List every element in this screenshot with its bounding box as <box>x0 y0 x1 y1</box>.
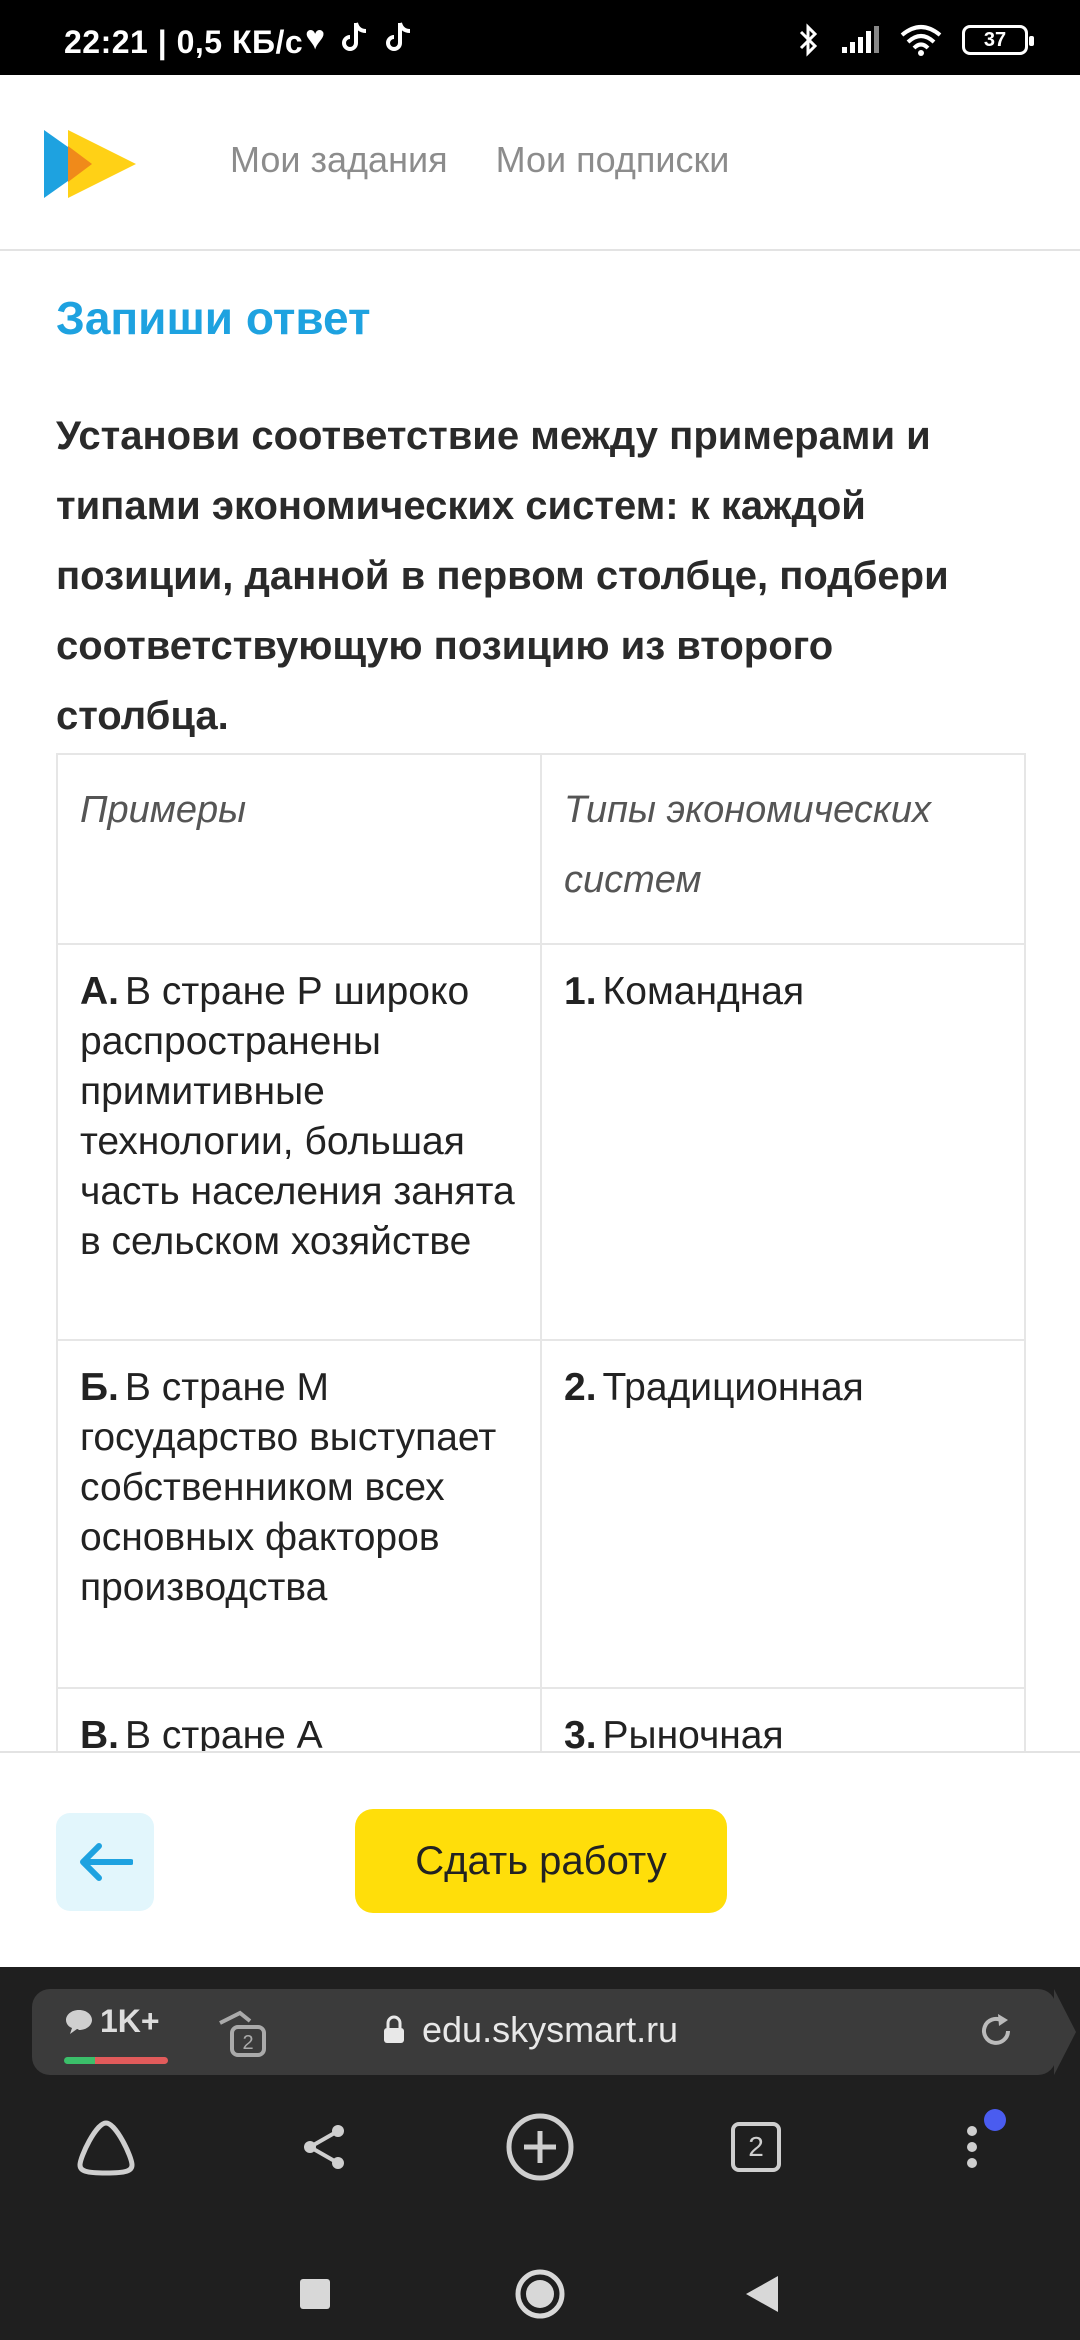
task-heading: Запиши ответ <box>56 292 371 344</box>
nav-my-tasks[interactable]: Мои задания <box>230 139 448 181</box>
status-notification-icons: ♥ <box>305 18 413 58</box>
url-text: edu.skysmart.ru <box>422 2009 679 2050</box>
status-time: 22:21 | 0,5 КБ/с <box>64 24 303 61</box>
table-cell-example: Б. В стране М государство выступает собст… <box>56 1339 542 1689</box>
table-cell-example: В. В стране А <box>56 1687 542 1751</box>
table-header-examples: Примеры <box>56 753 542 945</box>
square-icon <box>300 2279 330 2309</box>
comments-rating-bar <box>64 2057 168 2064</box>
browser-nav-bar: 2 <box>0 2107 1080 2207</box>
task-content: Запиши ответ Установи соответствие между… <box>0 251 1080 1751</box>
recents-button[interactable] <box>280 2259 350 2329</box>
tab-group-icon[interactable]: 2 <box>214 2009 268 2059</box>
reload-icon[interactable] <box>976 2011 1016 2051</box>
browser-toolbar: 1K+ 2 edu.skysmart.ru 2 <box>0 1967 1080 2340</box>
status-bar: 22:21 | 0,5 КБ/с ♥ 37 <box>0 0 1080 75</box>
table-cell-type: 1. Командная <box>540 943 1026 1341</box>
signal-icon <box>842 26 879 53</box>
skysmart-logo-icon[interactable] <box>44 130 136 198</box>
share-button[interactable] <box>284 2107 364 2187</box>
type-number: 3. <box>564 1714 597 1751</box>
tabs-button[interactable]: 2 <box>716 2107 796 2187</box>
example-text: В стране Р широко распространены примити… <box>80 970 515 1263</box>
share-icon <box>304 2125 344 2169</box>
status-network-speed: | 0,5 КБ/с <box>157 24 304 60</box>
table-row: Б. В стране М государство выступает собст… <box>56 1339 1026 1689</box>
back-system-button[interactable] <box>727 2259 797 2329</box>
home-system-button[interactable] <box>505 2259 575 2329</box>
table-cell-example: А. В стране Р широко распространены прими… <box>56 943 542 1341</box>
triangle-back-icon <box>746 2276 778 2312</box>
new-tab-button[interactable] <box>500 2107 580 2187</box>
table-row: А. В стране Р широко распространены прими… <box>56 943 1026 1341</box>
alice-assistant-icon <box>77 2120 135 2176</box>
system-nav-bar <box>0 2259 1080 2339</box>
table-header-types: Типы экономических систем <box>540 753 1026 945</box>
example-letter: Б. <box>80 1366 119 1409</box>
example-text: В стране А <box>125 1714 323 1751</box>
table-header-row: Примеры Типы экономических систем <box>56 753 1026 945</box>
address-bar[interactable]: 1K+ 2 edu.skysmart.ru <box>32 1989 1076 2075</box>
status-clock: 22:21 <box>64 24 149 60</box>
battery-icon: 37 <box>962 25 1034 55</box>
small-tab-count: 2 <box>242 2032 253 2054</box>
tab-count: 2 <box>731 2122 781 2172</box>
home-button[interactable] <box>66 2107 146 2187</box>
table-row: В. В стране А 3. Рыночная <box>56 1687 1026 1751</box>
arrow-left-icon <box>80 1843 133 1881</box>
type-text: Командная <box>602 970 805 1013</box>
type-text: Традиционная <box>602 1366 864 1409</box>
circle-icon <box>515 2269 565 2319</box>
table-cell-type: 2. Традиционная <box>540 1339 1026 1689</box>
tiktok-icon <box>342 22 367 51</box>
type-text: Рыночная <box>602 1714 784 1751</box>
comments-count: 1K+ <box>100 2003 160 2039</box>
wifi-icon <box>900 25 942 56</box>
header-nav: Мои задания Мои подписки <box>230 139 729 181</box>
app-header: Мои задания Мои подписки <box>0 75 1080 251</box>
heart-icon: ♥ <box>305 19 326 57</box>
comment-bubble-icon <box>66 2009 92 2034</box>
comments-button[interactable]: 1K+ <box>64 2003 160 2040</box>
lock-icon <box>384 2015 404 2043</box>
submit-work-button[interactable]: Сдать работу <box>355 1809 727 1913</box>
bottom-action-bar: Сдать работу <box>0 1751 1080 1967</box>
url-display[interactable]: edu.skysmart.ru <box>382 2009 678 2051</box>
status-system-icons: 37 <box>798 22 1034 58</box>
type-number: 2. <box>564 1366 597 1409</box>
back-button[interactable] <box>56 1813 154 1911</box>
notification-dot <box>984 2109 1006 2131</box>
example-letter: А. <box>80 970 119 1013</box>
example-text: В стране М государство выступает собстве… <box>80 1366 497 1609</box>
bluetooth-icon <box>799 23 818 57</box>
matching-table: Примеры Типы экономических систем А. В ст… <box>56 753 1026 1751</box>
task-instruction: Установи соответствие между примерами и … <box>56 414 949 738</box>
example-letter: В. <box>80 1714 119 1751</box>
nav-my-subscriptions[interactable]: Мои подписки <box>496 139 730 181</box>
type-number: 1. <box>564 970 597 1013</box>
table-cell-type: 3. Рыночная <box>540 1687 1026 1751</box>
menu-button[interactable] <box>932 2107 1012 2187</box>
plus-circle-icon <box>506 2113 574 2181</box>
tiktok-icon <box>386 22 411 51</box>
more-vertical-icon <box>967 2126 977 2168</box>
